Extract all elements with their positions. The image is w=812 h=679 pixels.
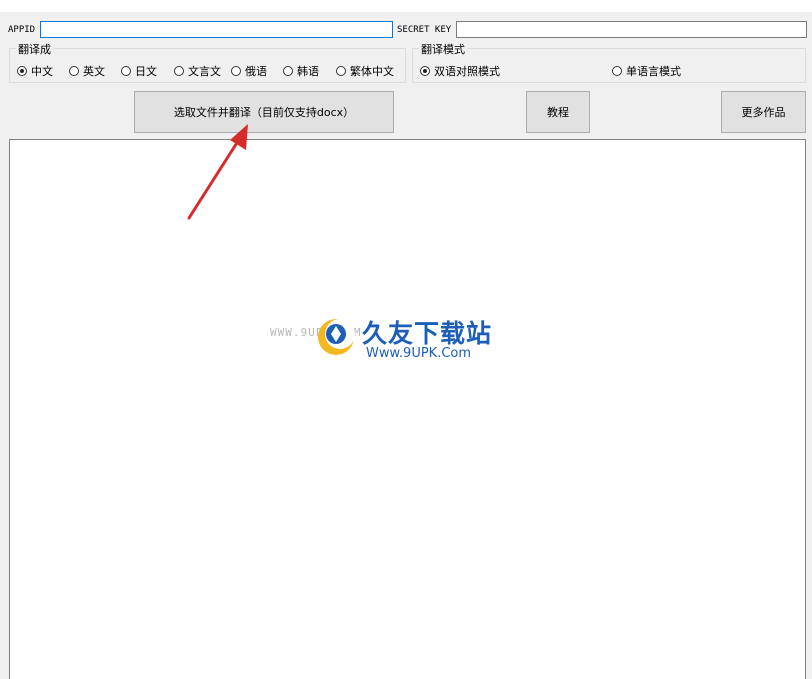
radio-label: 韩语 xyxy=(297,65,319,78)
title-strip xyxy=(0,0,812,12)
radio-label: 单语言模式 xyxy=(626,65,681,78)
radio-indicator xyxy=(17,66,27,76)
watermark: WWW.9UPK.COM 久友下载站 Www.9UPK.Com xyxy=(262,312,502,372)
target-language-legend: 翻译成 xyxy=(16,41,53,57)
radio-classical-chinese[interactable]: 文言文 xyxy=(174,63,221,79)
watermark-logo-icon xyxy=(318,319,355,355)
radio-label: 英文 xyxy=(83,65,105,78)
radio-indicator xyxy=(336,66,346,76)
translation-mode-legend: 翻译模式 xyxy=(419,41,467,57)
radio-korean[interactable]: 韩语 xyxy=(283,63,319,79)
radio-indicator xyxy=(69,66,79,76)
radio-indicator xyxy=(420,66,430,76)
radio-traditional-chinese[interactable]: 繁体中文 xyxy=(336,63,394,79)
radio-indicator xyxy=(231,66,241,76)
radio-indicator xyxy=(283,66,293,76)
radio-label: 文言文 xyxy=(188,65,221,78)
more-works-button[interactable]: 更多作品 xyxy=(721,91,806,133)
watermark-url: Www.9UPK.Com xyxy=(366,346,472,361)
red-arrow-icon xyxy=(187,124,248,220)
radio-indicator xyxy=(121,66,131,76)
radio-chinese[interactable]: 中文 xyxy=(17,63,53,79)
radio-indicator xyxy=(612,66,622,76)
secret-key-input[interactable] xyxy=(456,21,807,38)
radio-label: 繁体中文 xyxy=(350,65,394,78)
radio-indicator xyxy=(174,66,184,76)
radio-monolingual-mode[interactable]: 单语言模式 xyxy=(612,63,681,79)
radio-russian[interactable]: 俄语 xyxy=(231,63,267,79)
radio-bilingual-mode[interactable]: 双语对照模式 xyxy=(420,63,500,79)
secret-key-label: SECRET KEY xyxy=(397,25,452,35)
appid-input[interactable] xyxy=(40,21,393,38)
tutorial-button[interactable]: 教程 xyxy=(526,91,590,133)
output-textarea[interactable] xyxy=(9,139,806,679)
radio-label: 日文 xyxy=(135,65,157,78)
radio-label: 俄语 xyxy=(245,65,267,78)
watermark-title: 久友下载站 xyxy=(362,319,493,348)
radio-japanese[interactable]: 日文 xyxy=(121,63,157,79)
radio-label: 中文 xyxy=(31,65,53,78)
radio-english[interactable]: 英文 xyxy=(69,63,105,79)
radio-label: 双语对照模式 xyxy=(434,65,500,78)
select-and-translate-button[interactable]: 选取文件并翻译（目前仅支持docx） xyxy=(134,91,394,133)
appid-label: APPID xyxy=(8,25,36,35)
